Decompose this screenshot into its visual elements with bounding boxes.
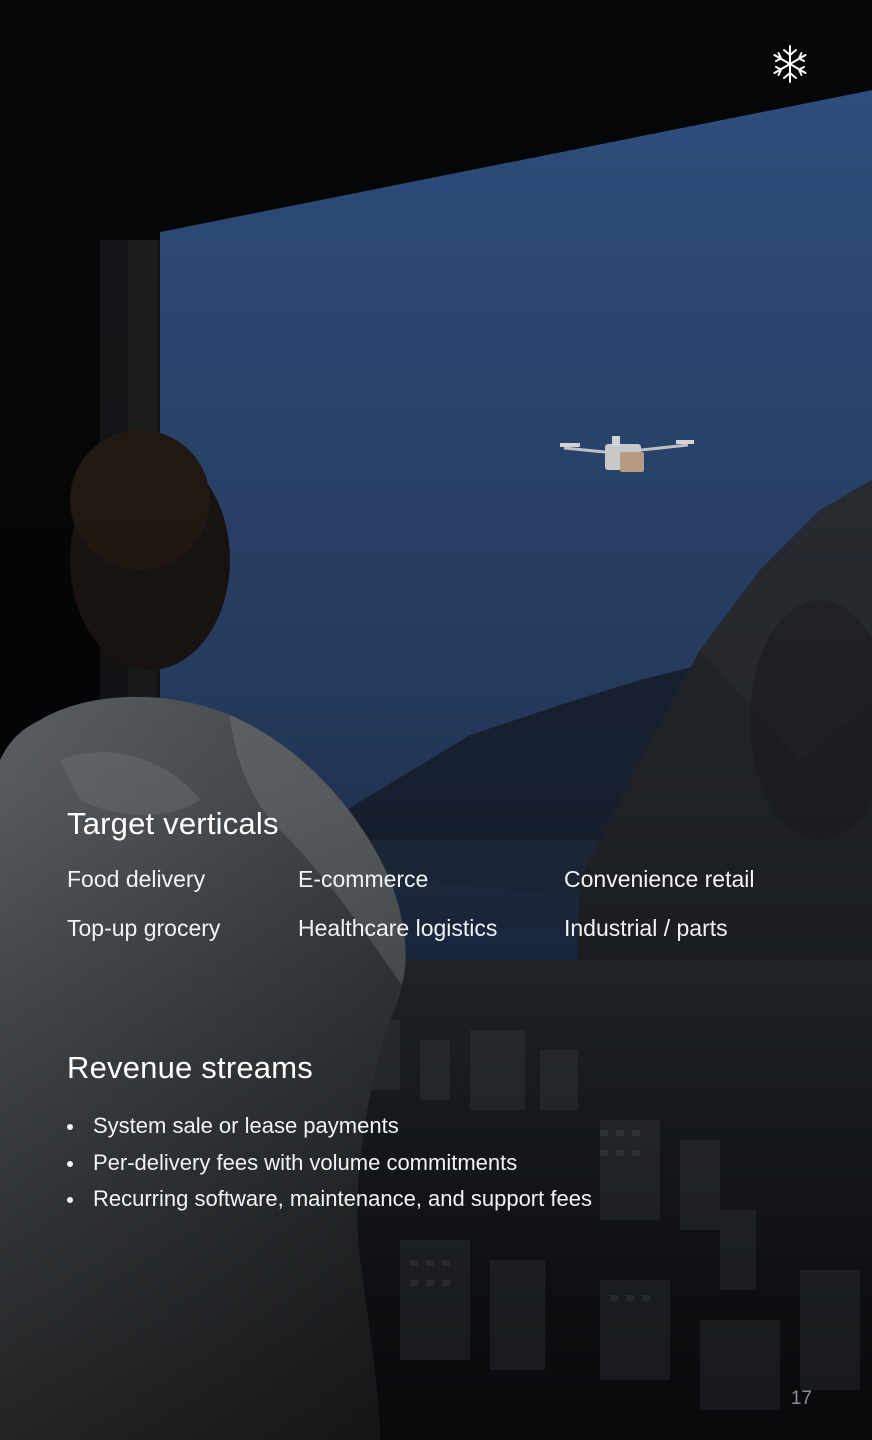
background-photo — [0, 0, 872, 1440]
list-item: Recurring software, maintenance, and sup… — [67, 1181, 592, 1218]
target-verticals-grid: Food delivery E-commerce Convenience ret… — [67, 866, 807, 956]
vertical-item-healthcare-logistics: Healthcare logistics — [298, 915, 498, 941]
slide-page: Target verticals Food delivery E-commerc… — [0, 0, 872, 1440]
list-item: System sale or lease payments — [67, 1108, 592, 1145]
target-verticals-title: Target verticals — [67, 806, 279, 841]
revenue-item-label: Per-delivery fees with volume commitment… — [93, 1149, 518, 1175]
page-number: 17 — [790, 1388, 812, 1409]
list-item: Per-delivery fees with volume commitment… — [67, 1145, 592, 1182]
revenue-item-label: System sale or lease payments — [93, 1113, 399, 1138]
bullet-icon — [67, 1124, 73, 1130]
vertical-item-top-up-grocery: Top-up grocery — [67, 915, 221, 941]
vertical-item-e-commerce: E-commerce — [298, 866, 429, 892]
revenue-streams-title: Revenue streams — [67, 1050, 313, 1085]
vertical-item-industrial-parts: Industrial / parts — [564, 915, 728, 941]
revenue-streams-list: System sale or lease payments Per-delive… — [67, 1108, 592, 1218]
bullet-icon — [67, 1160, 73, 1167]
snowflake-icon — [768, 42, 812, 86]
revenue-item-label: Recurring software, maintenance, and sup… — [93, 1186, 592, 1211]
vertical-item-convenience-retail: Convenience retail — [564, 866, 755, 892]
vertical-item-food-delivery: Food delivery — [67, 866, 206, 892]
bullet-icon — [67, 1197, 73, 1203]
